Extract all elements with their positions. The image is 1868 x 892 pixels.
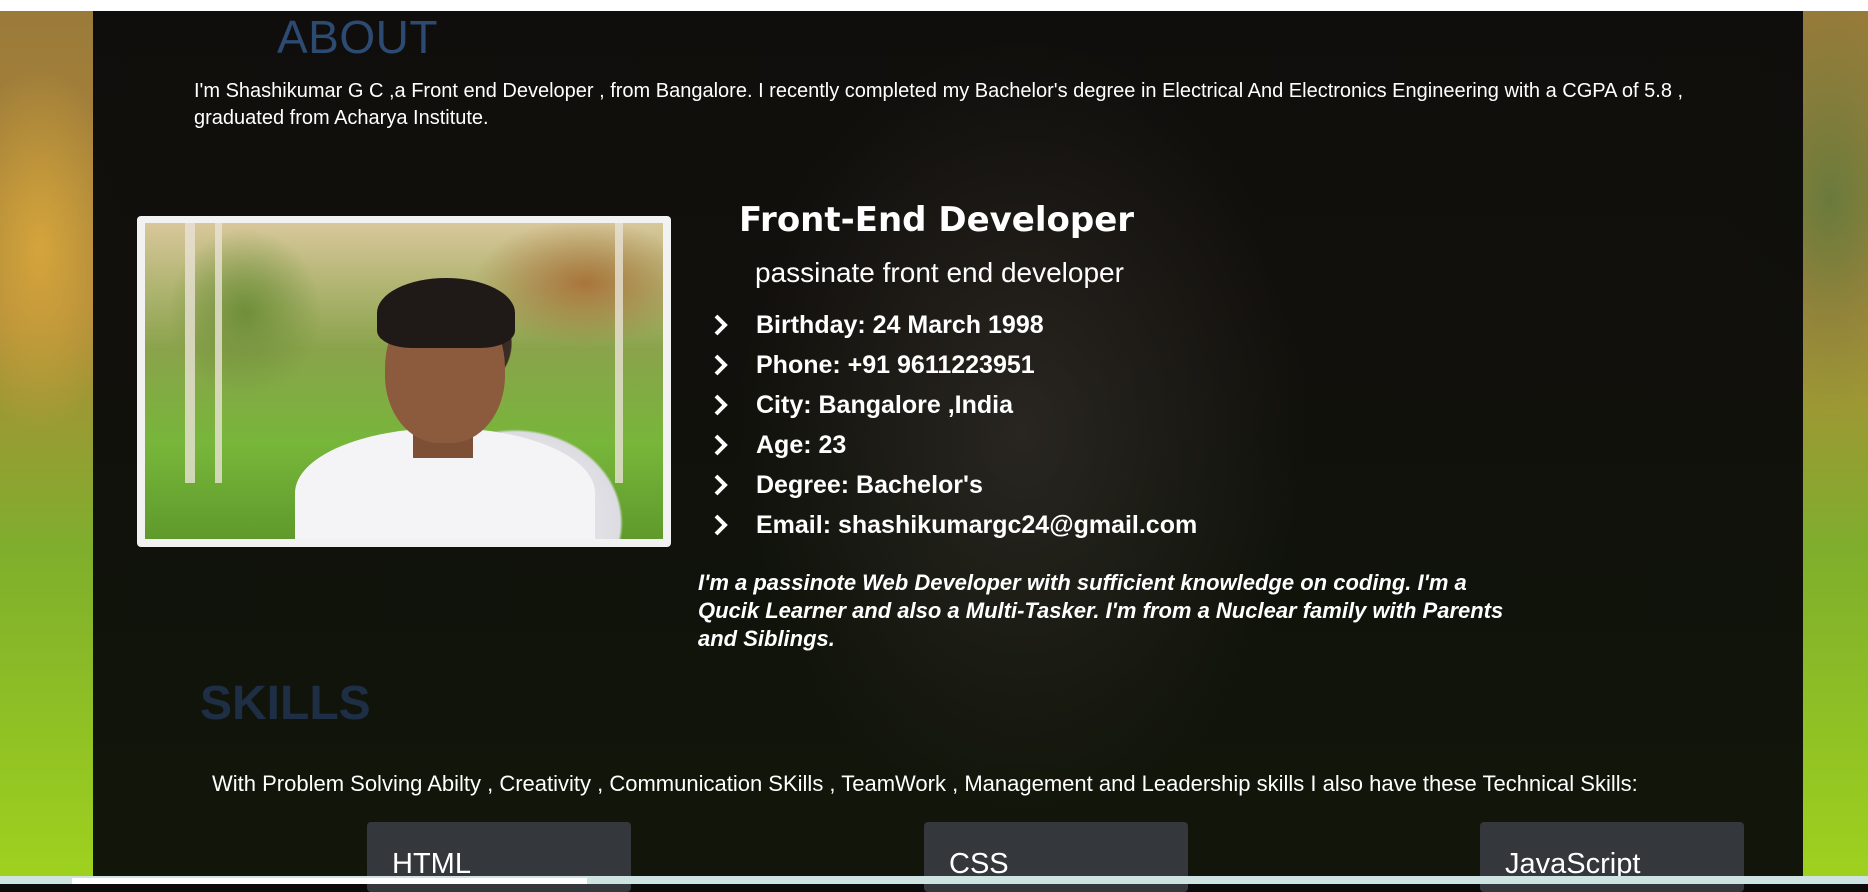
bio-text: I'm a passinote Web Developer with suffi… xyxy=(698,570,1504,651)
chevron-right-icon xyxy=(710,432,732,458)
chevron-right-icon xyxy=(710,352,732,378)
fact-label: Email: shashikumargc24@gmail.com xyxy=(756,510,1198,539)
photo-hair xyxy=(377,278,515,348)
skills-heading: SKILLS xyxy=(200,677,371,730)
fact-label: Birthday: 24 March 1998 xyxy=(756,310,1044,339)
fact-degree: Degree: Bachelor's xyxy=(710,465,1197,505)
role-tagline: passinate front end developer xyxy=(755,257,1124,288)
profile-photo xyxy=(145,223,663,539)
chevron-right-icon xyxy=(710,472,732,498)
horizontal-scrollbar[interactable] xyxy=(0,876,1868,884)
role-title: Front-End Developer xyxy=(739,200,1135,240)
fact-age: Age: 23 xyxy=(710,425,1197,465)
photo-tree xyxy=(615,223,623,483)
fact-birthday: Birthday: 24 March 1998 xyxy=(710,305,1197,345)
photo-tree xyxy=(215,223,222,483)
scrollbar-thumb[interactable] xyxy=(72,878,587,884)
fact-email: Email: shashikumargc24@gmail.com xyxy=(710,505,1197,545)
about-intro-text: I'm Shashikumar G C ,a Front end Develop… xyxy=(194,80,1684,129)
chevron-right-icon xyxy=(710,312,732,338)
personal-facts-list: Birthday: 24 March 1998 Phone: +91 96112… xyxy=(710,305,1197,545)
fact-phone: Phone: +91 9611223951 xyxy=(710,345,1197,385)
profile-photo-frame xyxy=(137,216,671,547)
fact-city: City: Bangalore ,India xyxy=(710,385,1197,425)
fact-label: Phone: +91 9611223951 xyxy=(756,350,1035,379)
fact-label: Degree: Bachelor's xyxy=(756,470,983,499)
about-heading: ABOUT xyxy=(277,11,438,63)
photo-tree xyxy=(185,223,195,483)
chevron-right-icon xyxy=(710,392,732,418)
fact-label: Age: 23 xyxy=(756,430,847,459)
chevron-right-icon xyxy=(710,512,732,538)
fact-label: City: Bangalore ,India xyxy=(756,390,1013,419)
skills-intro-text: With Problem Solving Abilty , Creativity… xyxy=(212,771,1638,796)
